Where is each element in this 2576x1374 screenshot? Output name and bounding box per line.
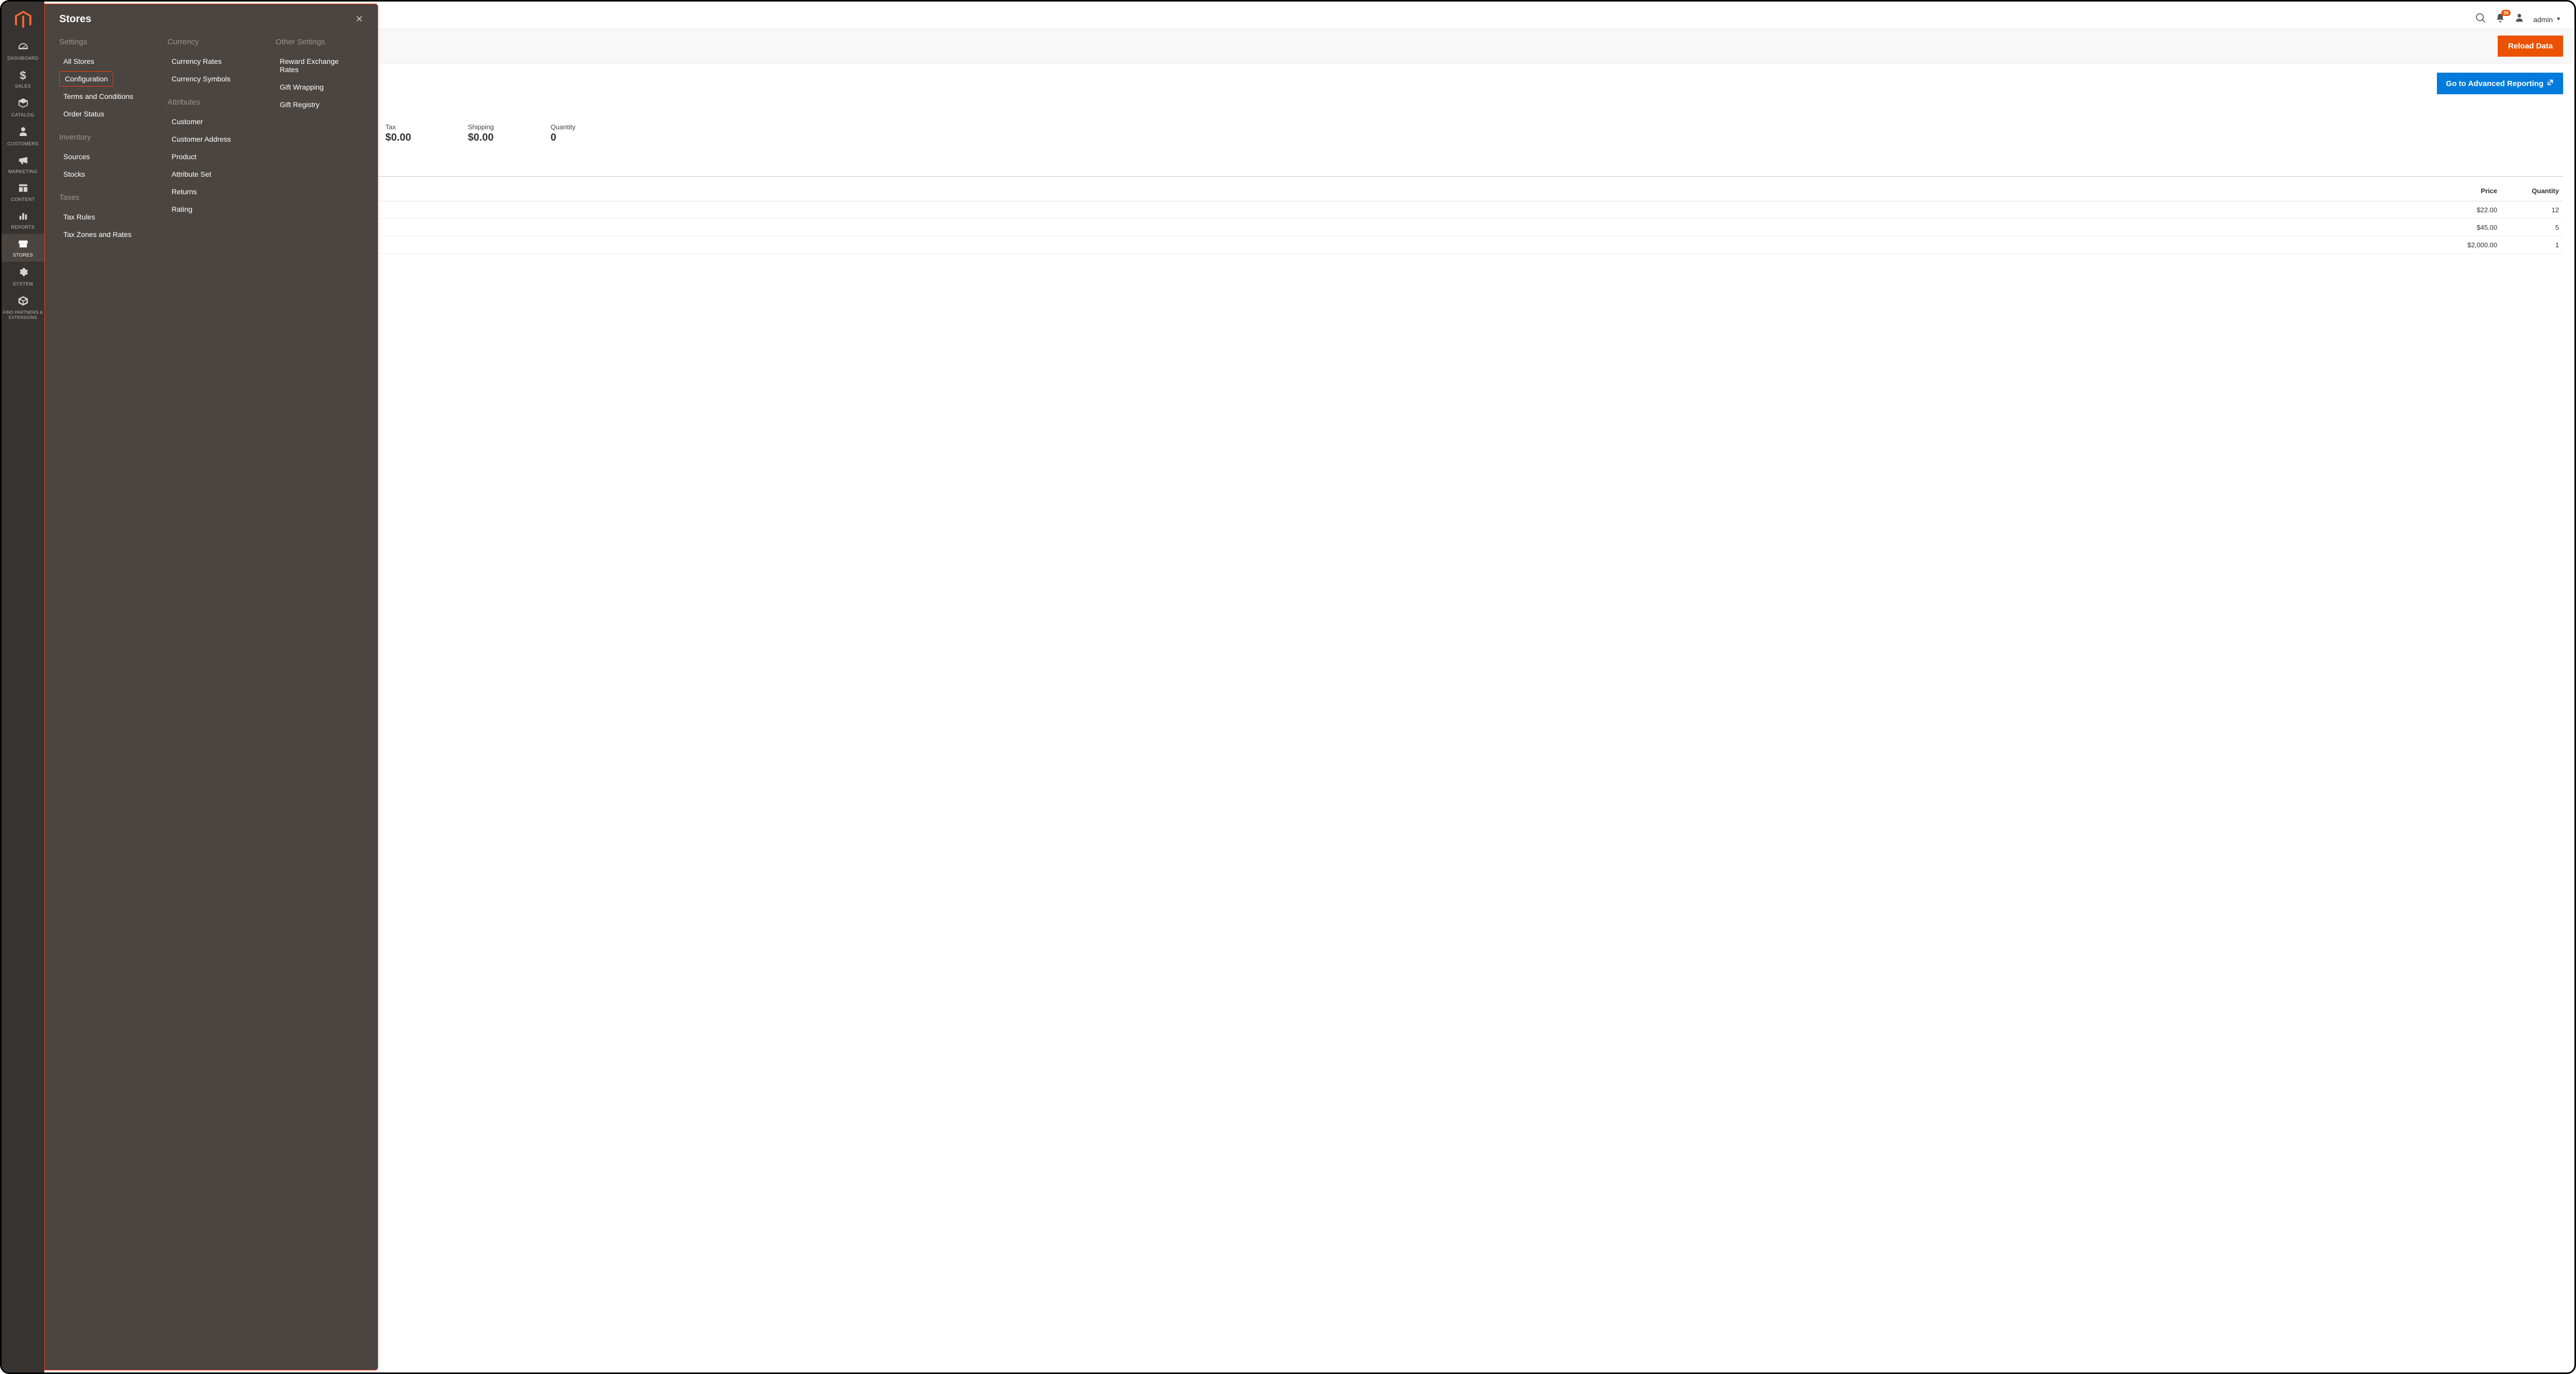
flyout-title: Stores [59, 13, 91, 25]
flyout-link-all-stores[interactable]: All Stores [59, 54, 98, 69]
magento-logo [2, 2, 44, 37]
flyout-group-heading: Inventory [59, 133, 147, 142]
flyout-link-customer[interactable]: Customer [167, 114, 207, 129]
cell-qty: 1 [2501, 236, 2563, 254]
chart-hint: e the chart, click here. [56, 109, 2563, 117]
nav-customers[interactable]: CUSTOMERS [2, 122, 44, 150]
megaphone-icon [2, 156, 44, 167]
flyout-link-currency-rates[interactable]: Currency Rates [167, 54, 226, 69]
stat-value: $0.00 [385, 132, 411, 144]
gauge-icon [2, 42, 44, 54]
flyout-group-heading: Taxes [59, 193, 147, 202]
cell-qty: 12 [2501, 201, 2563, 219]
cell-qty: 5 [2501, 219, 2563, 236]
flyout-group-heading: Attributes [167, 98, 255, 107]
flyout-link-tax-zones-and-rates[interactable]: Tax Zones and Rates [59, 227, 135, 242]
flyout-link-sources[interactable]: Sources [59, 149, 94, 164]
partners-icon [2, 296, 44, 308]
col-qty: Quantity [2501, 181, 2563, 201]
cell-price: $45.00 [2357, 219, 2501, 236]
stat-value: 0 [551, 132, 575, 144]
flyout-link-stocks[interactable]: Stocks [59, 166, 89, 182]
reload-data-button[interactable]: Reload Data [2498, 36, 2563, 57]
layout-icon [2, 183, 44, 195]
stores-flyout: Stores ✕ Settings All Stores Configuration… [44, 4, 378, 1370]
flyout-link-rating[interactable]: Rating [167, 201, 196, 217]
nav-content[interactable]: CONTENT [2, 178, 44, 206]
person-icon [2, 127, 44, 139]
notifications-icon[interactable]: 39 [2495, 13, 2505, 26]
cell-price: $22.00 [2357, 201, 2501, 219]
box-icon [2, 98, 44, 110]
flyout-link-reward-exchange-rates[interactable]: Reward Exchange Rates [276, 54, 363, 77]
flyout-link-configuration[interactable]: Configuration [59, 71, 113, 87]
flyout-link-terms-and-conditions[interactable]: Terms and Conditions [59, 89, 137, 104]
table-row[interactable]: $2,000.001 [56, 236, 2563, 254]
stat-label: Quantity [551, 123, 575, 131]
stat-label: Tax [385, 123, 411, 131]
nav-label: SYSTEM [2, 281, 44, 286]
nav-label: FIND PARTNERS & EXTENSIONS [2, 310, 44, 320]
flyout-group-heading: Other Settings [276, 38, 363, 46]
cell-price: $2,000.00 [2357, 236, 2501, 254]
nav-label: MARKETING [2, 169, 44, 174]
notification-badge: 39 [2501, 10, 2511, 16]
flyout-link-tax-rules[interactable]: Tax Rules [59, 209, 99, 225]
nav-label: SALES [2, 83, 44, 89]
dollar-icon: $ [2, 70, 44, 81]
nav-reports[interactable]: REPORTS [2, 206, 44, 234]
flyout-link-product[interactable]: Product [167, 149, 200, 164]
flyout-link-gift-registry[interactable]: Gift Registry [276, 97, 324, 112]
flyout-link-attribute-set[interactable]: Attribute Set [167, 166, 215, 182]
search-icon[interactable] [2476, 13, 2486, 26]
nav-system[interactable]: SYSTEM [2, 262, 44, 291]
nav-catalog[interactable]: CATALOG [2, 93, 44, 122]
stat-value: $0.00 [468, 132, 494, 144]
external-link-icon [2547, 79, 2554, 88]
nav-sales[interactable]: $ SALES [2, 65, 44, 93]
nav-marketing[interactable]: MARKETING [2, 150, 44, 178]
admin-sidebar: DASHBOARD $ SALES CATALOG CUSTOMERS MARK… [2, 2, 44, 1372]
close-icon[interactable]: ✕ [355, 14, 363, 25]
bestsellers-table: Price Quantity $22.0012$45.005$2,000.001 [56, 181, 2563, 254]
admin-menu[interactable]: admin ▼ [2533, 15, 2561, 24]
advanced-reporting-label: Go to Advanced Reporting [2446, 79, 2544, 88]
user-icon [2515, 13, 2524, 25]
table-row[interactable]: $22.0012 [56, 201, 2563, 219]
nav-stores[interactable]: STORES [2, 234, 44, 262]
flyout-link-returns[interactable]: Returns [167, 184, 201, 199]
nav-dashboard[interactable]: DASHBOARD [2, 37, 44, 65]
admin-username: admin [2533, 15, 2553, 24]
chevron-down-icon: ▼ [2556, 16, 2561, 22]
bars-icon [2, 211, 44, 223]
table-row[interactable]: $45.005 [56, 219, 2563, 236]
nav-label: REPORTS [2, 225, 44, 230]
nav-label: STORES [2, 252, 44, 258]
flyout-link-order-status[interactable]: Order Status [59, 106, 108, 122]
storefront-icon [2, 239, 44, 250]
flyout-group-heading: Currency [167, 38, 255, 46]
nav-label: CATALOG [2, 112, 44, 117]
flyout-link-currency-symbols[interactable]: Currency Symbols [167, 71, 234, 87]
main-content: 39 admin ▼ Reload Data reports tailored … [44, 2, 2574, 1372]
gear-icon [2, 267, 44, 279]
nav-label: CUSTOMERS [2, 141, 44, 146]
nav-label: DASHBOARD [2, 56, 44, 61]
flyout-group-heading: Settings [59, 38, 147, 46]
advanced-reporting-button[interactable]: Go to Advanced Reporting [2437, 73, 2563, 94]
flyout-link-gift-wrapping[interactable]: Gift Wrapping [276, 79, 328, 95]
nav-partners[interactable]: FIND PARTNERS & EXTENSIONS [2, 291, 44, 324]
nav-label: CONTENT [2, 197, 44, 202]
stat-label: Shipping [468, 123, 494, 131]
flyout-link-customer-address[interactable]: Customer Address [167, 131, 235, 147]
col-price: Price [2357, 181, 2501, 201]
